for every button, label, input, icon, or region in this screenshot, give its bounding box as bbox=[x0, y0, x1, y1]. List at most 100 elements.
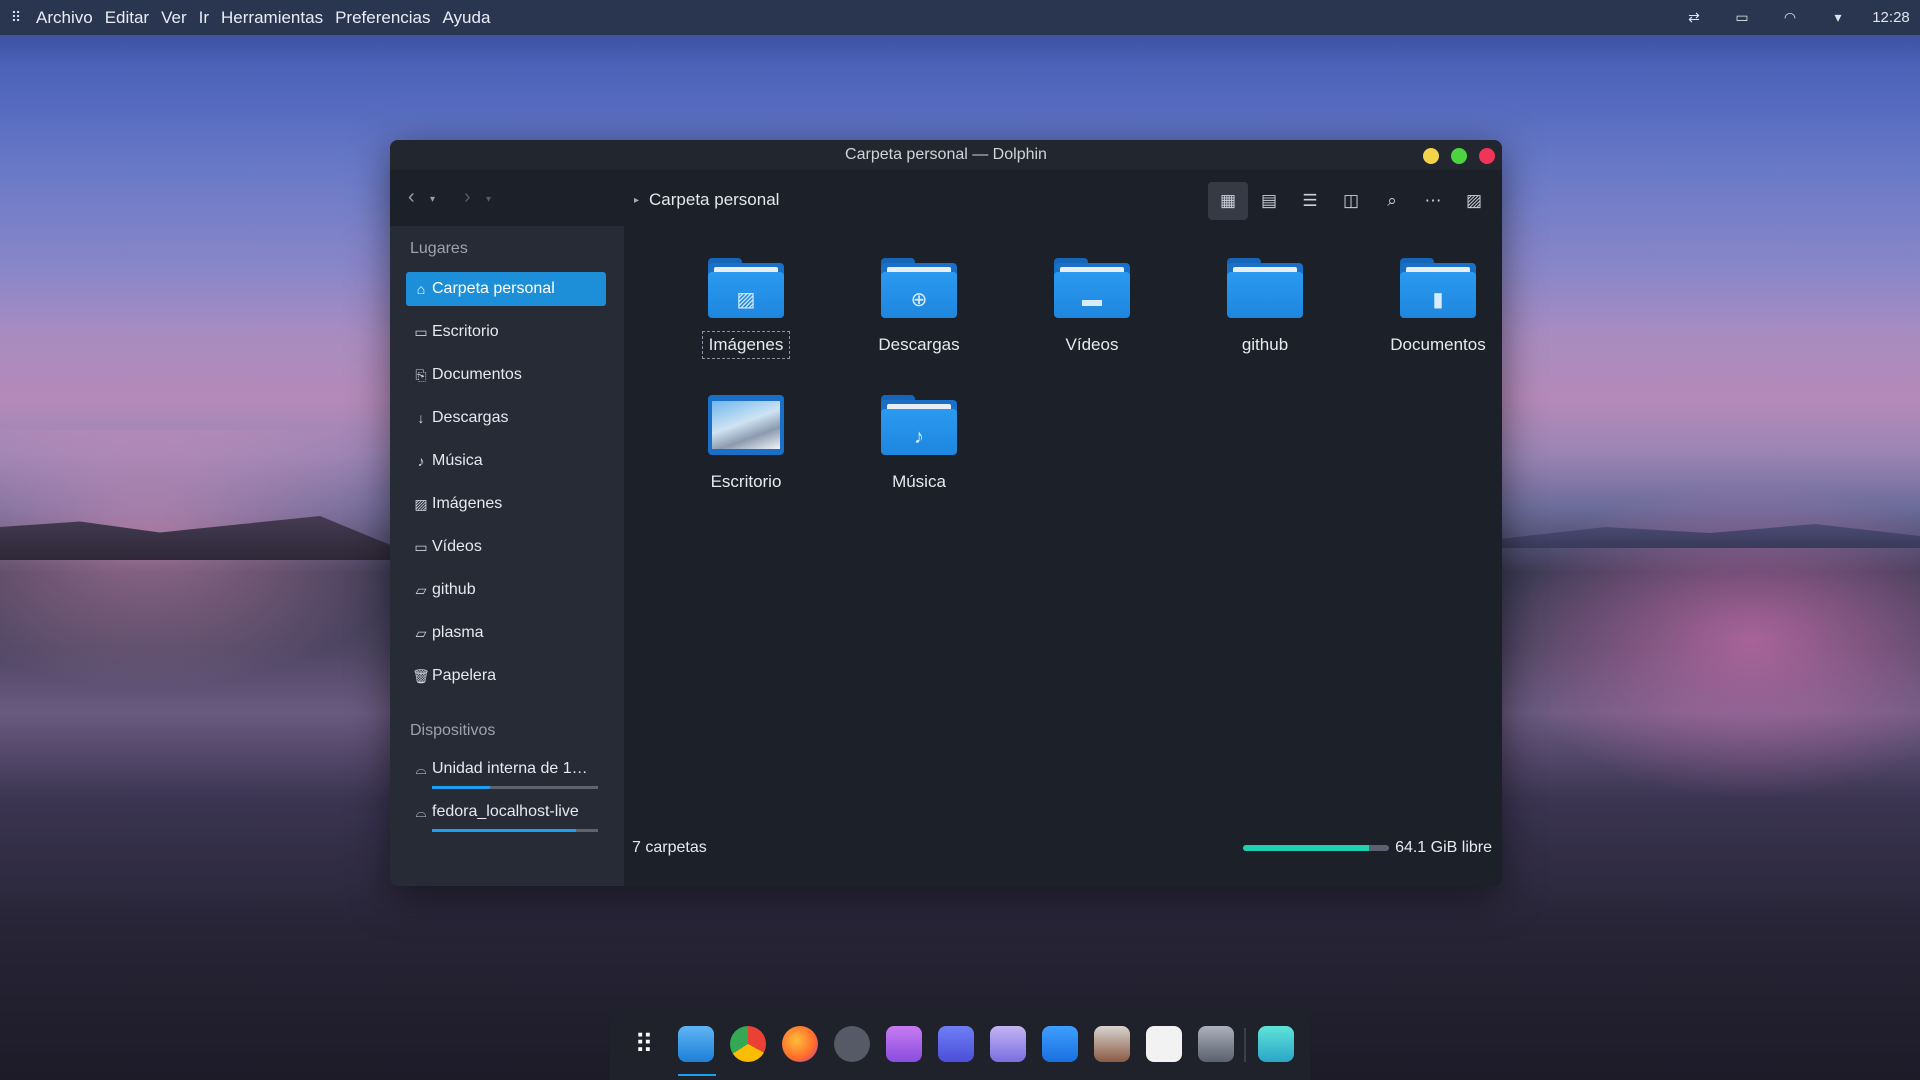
details-view-button[interactable]: ☰ bbox=[1290, 182, 1330, 220]
sidebar-item-label: Papelera bbox=[432, 667, 497, 684]
wifi-icon[interactable]: ◠ bbox=[1766, 9, 1814, 26]
folder-item-videos[interactable]: ▬ Vídeos bbox=[1022, 258, 1162, 358]
device-internal-drive[interactable]: ⌓ Unidad interna de 1… bbox=[406, 752, 606, 786]
image-icon: ▨ bbox=[736, 289, 756, 311]
sidebar-item-label: Descargas bbox=[432, 409, 509, 426]
trash-app-icon[interactable] bbox=[1258, 1026, 1294, 1062]
dolphin-window: Carpeta personal — Dolphin ‹ ▾ › ▾ Lugar… bbox=[390, 140, 1502, 886]
folder-icon: ♪ bbox=[881, 395, 957, 455]
breadcrumb-current[interactable]: Carpeta personal bbox=[649, 190, 779, 210]
window-title: Carpeta personal — Dolphin bbox=[845, 146, 1047, 163]
sidebar-item-musica[interactable]: ♪ Música bbox=[406, 444, 606, 478]
search-button[interactable]: ⌕ bbox=[1372, 182, 1412, 220]
document-icon: ▮ bbox=[1432, 289, 1444, 311]
writer-app-icon[interactable] bbox=[938, 1026, 974, 1062]
folder-item-github[interactable]: github bbox=[1195, 258, 1335, 358]
folder-item-descargas[interactable]: ⊕ Descargas bbox=[849, 258, 989, 358]
sidebar-item-label: Documentos bbox=[432, 366, 522, 383]
folder-icon: ▱ bbox=[415, 624, 427, 641]
trash-icon: 🗑 bbox=[412, 667, 430, 684]
folder-item-escritorio[interactable]: Escritorio bbox=[676, 395, 816, 495]
folder-item-documentos[interactable]: ▮ Documentos bbox=[1368, 258, 1502, 358]
folder-label: Vídeos bbox=[1065, 335, 1119, 354]
free-space-fill bbox=[1243, 845, 1369, 851]
folder-icon: ▮ bbox=[1400, 258, 1476, 318]
split-view-button[interactable]: ◫ bbox=[1331, 182, 1371, 220]
view-toolbar: ▦ ▤ ☰ ◫ ⌕ ⋯ ▨ bbox=[1208, 182, 1494, 220]
folder-label: Música bbox=[892, 472, 946, 491]
chrome-app-icon[interactable] bbox=[730, 1026, 766, 1062]
menu-archivo[interactable]: Archivo bbox=[30, 0, 99, 35]
sidebar-item-escritorio[interactable]: ▭ Escritorio bbox=[406, 315, 606, 349]
sidebar-item-carpeta-personal[interactable]: ⌂ Carpeta personal bbox=[406, 272, 606, 306]
icons-view-button[interactable]: ▦ bbox=[1208, 182, 1248, 220]
menu-ver[interactable]: Ver bbox=[155, 0, 193, 35]
sidebar-item-label: plasma bbox=[432, 624, 484, 641]
sidebar-item-label: Escritorio bbox=[432, 323, 499, 340]
maximize-button[interactable] bbox=[1451, 148, 1467, 164]
minimize-button[interactable] bbox=[1423, 148, 1439, 164]
battery-icon[interactable]: ▭ bbox=[1718, 9, 1766, 26]
image-viewer-app-icon[interactable] bbox=[990, 1026, 1026, 1062]
swap-icon[interactable]: ⇄ bbox=[1670, 9, 1718, 26]
folder-label: Escritorio bbox=[710, 472, 782, 491]
menu-ayuda[interactable]: Ayuda bbox=[437, 0, 497, 35]
free-space-bar bbox=[1243, 845, 1390, 851]
clock[interactable]: 12:28 bbox=[1862, 9, 1920, 26]
dolphin-app-icon[interactable] bbox=[678, 1026, 714, 1062]
active-app-indicator bbox=[678, 1074, 716, 1076]
sidebar-item-documentos[interactable]: ⎘ Documentos bbox=[406, 358, 606, 392]
folder-item-imagenes[interactable]: ▨ Imágenes bbox=[676, 258, 816, 359]
menu-editar[interactable]: Editar bbox=[99, 0, 155, 35]
sidebar-item-descargas[interactable]: ↓ Descargas bbox=[406, 401, 606, 435]
device-fedora-live[interactable]: ⌓ fedora_localhost-live bbox=[406, 795, 606, 829]
sidebar-item-plasma[interactable]: ▱ plasma bbox=[406, 616, 606, 650]
close-button[interactable] bbox=[1479, 148, 1495, 164]
free-space-indicator[interactable]: 64.1 GiB libre bbox=[1243, 839, 1492, 857]
folder-label: github bbox=[1241, 335, 1289, 354]
app-grid-icon[interactable]: ⠿ bbox=[2, 9, 30, 26]
breadcrumb[interactable]: ▸ Carpeta personal bbox=[634, 190, 779, 210]
folder-icon: ▱ bbox=[415, 581, 427, 598]
folder-item-musica[interactable]: ♪ Música bbox=[849, 395, 989, 495]
free-space-label: 64.1 GiB libre bbox=[1395, 839, 1492, 856]
menu-herramientas[interactable]: Herramientas bbox=[215, 0, 329, 35]
image-icon: ▨ bbox=[414, 495, 428, 512]
back-button[interactable]: ‹ bbox=[408, 186, 415, 209]
more-options-button[interactable]: ⋯ bbox=[1413, 182, 1453, 220]
back-history-chevron-icon[interactable]: ▾ bbox=[430, 194, 435, 205]
firefox-app-icon[interactable] bbox=[782, 1026, 818, 1062]
theme-app-icon[interactable] bbox=[1146, 1026, 1182, 1062]
download-icon: ⊕ bbox=[910, 289, 928, 311]
forward-history-chevron-icon[interactable]: ▾ bbox=[486, 194, 491, 205]
sidebar-item-imagenes[interactable]: ▨ Imágenes bbox=[406, 487, 606, 521]
store-app-icon[interactable] bbox=[886, 1026, 922, 1062]
install-app-icon[interactable] bbox=[1198, 1026, 1234, 1062]
preview-button[interactable]: ▨ bbox=[1454, 182, 1494, 220]
menu-bar: Archivo Editar Ver Ir Herramientas Prefe… bbox=[30, 0, 496, 35]
top-panel: ⠿ Archivo Editar Ver Ir Herramientas Pre… bbox=[0, 0, 1920, 35]
places-section-title: Lugares bbox=[410, 240, 468, 257]
editor-app-icon[interactable] bbox=[1042, 1026, 1078, 1062]
navigation-bar: ‹ ▾ › ▾ bbox=[390, 170, 624, 226]
app-launcher-icon[interactable]: ⠿ bbox=[626, 1026, 662, 1062]
archive-app-icon[interactable] bbox=[1094, 1026, 1130, 1062]
settings-app-icon[interactable] bbox=[834, 1026, 870, 1062]
window-titlebar[interactable]: Carpeta personal — Dolphin bbox=[390, 140, 1502, 170]
forward-button[interactable]: › bbox=[464, 186, 471, 209]
desktop-folder-icon bbox=[708, 395, 784, 455]
compact-view-button[interactable]: ▤ bbox=[1249, 182, 1289, 220]
menu-preferencias[interactable]: Preferencias bbox=[329, 0, 436, 35]
breadcrumb-arrow-icon[interactable]: ▸ bbox=[634, 195, 639, 206]
menu-ir[interactable]: Ir bbox=[193, 0, 215, 35]
device-usage-fill bbox=[432, 786, 491, 789]
device-label: fedora_localhost-live bbox=[432, 803, 579, 820]
music-icon: ♪ bbox=[417, 453, 425, 469]
chevron-down-icon[interactable]: ▾ bbox=[1814, 9, 1862, 26]
sidebar-item-label: Vídeos bbox=[432, 538, 482, 555]
sidebar-item-papelera[interactable]: 🗑 Papelera bbox=[406, 659, 606, 693]
sidebar-item-videos[interactable]: ▭ Vídeos bbox=[406, 530, 606, 564]
folder-icon bbox=[1227, 258, 1303, 318]
folder-label: Imágenes bbox=[701, 331, 791, 359]
sidebar-item-github[interactable]: ▱ github bbox=[406, 573, 606, 607]
